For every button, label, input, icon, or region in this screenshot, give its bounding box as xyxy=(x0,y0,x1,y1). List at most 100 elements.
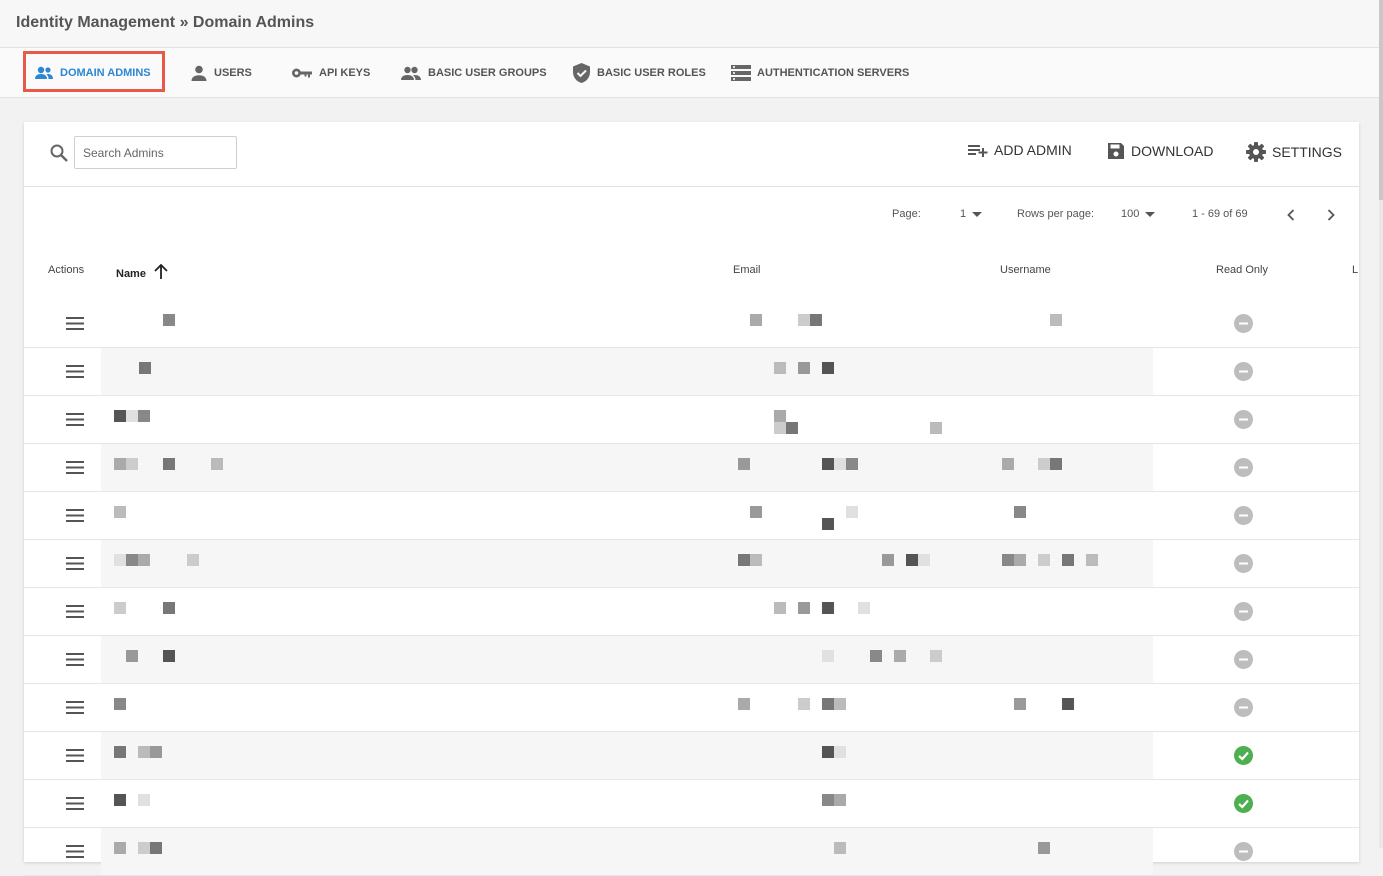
redacted-text xyxy=(114,458,126,470)
active-tab-highlight xyxy=(23,51,165,92)
tab-api-keys[interactable]: API KEYS xyxy=(291,48,370,98)
search-input[interactable] xyxy=(74,136,237,169)
rows-per-page-select[interactable]: 100 xyxy=(1121,208,1156,220)
table-row[interactable] xyxy=(24,588,1359,636)
redacted-text xyxy=(822,518,834,530)
tab-label: BASIC USER ROLES xyxy=(597,67,706,79)
row-content xyxy=(101,348,1153,395)
redacted-text xyxy=(834,458,846,470)
redacted-text xyxy=(150,746,162,758)
redacted-text xyxy=(738,554,750,566)
table-row[interactable] xyxy=(24,828,1359,876)
gear-icon xyxy=(1246,142,1266,162)
redacted-text xyxy=(1002,458,1014,470)
scrollbar[interactable] xyxy=(1379,0,1383,848)
search-icon xyxy=(50,144,68,162)
redacted-text xyxy=(1014,554,1026,566)
row-actions-menu-icon[interactable] xyxy=(66,653,84,666)
redacted-text xyxy=(834,794,846,806)
redacted-text xyxy=(114,794,126,806)
tab-label: API KEYS xyxy=(319,67,371,79)
table-row[interactable] xyxy=(24,348,1359,396)
table-row[interactable] xyxy=(24,732,1359,780)
row-actions-menu-icon[interactable] xyxy=(66,845,84,858)
table-row[interactable] xyxy=(24,540,1359,588)
row-content xyxy=(101,780,1153,827)
redacted-text xyxy=(114,602,126,614)
tab-label: USERS xyxy=(214,67,252,79)
scrollbar-thumb[interactable] xyxy=(1379,0,1383,200)
tab-label: BASIC USER GROUPS xyxy=(428,67,547,79)
redacted-text xyxy=(114,410,126,422)
redacted-text xyxy=(738,458,750,470)
redacted-text xyxy=(1050,314,1062,326)
redacted-text xyxy=(930,650,942,662)
tab-basic-user-groups[interactable]: BASIC USER GROUPS xyxy=(400,48,547,98)
tab-basic-user-roles[interactable]: BASIC USER ROLES xyxy=(572,48,706,98)
minus-circle-icon xyxy=(1234,410,1253,429)
server-icon xyxy=(731,65,751,81)
redacted-text xyxy=(1014,506,1026,518)
row-actions-menu-icon[interactable] xyxy=(66,317,84,330)
user-icon xyxy=(191,65,207,81)
row-content xyxy=(101,636,1153,683)
redacted-text xyxy=(1062,698,1074,710)
row-actions-menu-icon[interactable] xyxy=(66,509,84,522)
tab-bar: DOMAIN ADMINS USERS API KEYS BASIC USER … xyxy=(0,48,1383,98)
row-actions-menu-icon[interactable] xyxy=(66,605,84,618)
tab-users[interactable]: USERS xyxy=(190,48,252,98)
settings-label: SETTINGS xyxy=(1272,144,1343,160)
row-actions-menu-icon[interactable] xyxy=(66,797,84,810)
chevron-down-icon xyxy=(972,211,983,217)
row-content xyxy=(101,540,1153,587)
row-content xyxy=(101,828,1153,875)
redacted-text xyxy=(114,506,126,518)
redacted-text xyxy=(774,410,786,422)
page-range: 1 - 69 of 69 xyxy=(1192,208,1248,220)
table-row[interactable] xyxy=(24,300,1359,348)
row-actions-menu-icon[interactable] xyxy=(66,749,84,762)
redacted-text xyxy=(187,554,199,566)
table-row[interactable] xyxy=(24,444,1359,492)
table-row[interactable] xyxy=(24,492,1359,540)
table-row[interactable] xyxy=(24,636,1359,684)
table-body xyxy=(24,300,1359,876)
table-row[interactable] xyxy=(24,684,1359,732)
page-select[interactable]: 1 xyxy=(960,208,983,220)
group-icon xyxy=(401,66,421,80)
row-actions-menu-icon[interactable] xyxy=(66,701,84,714)
settings-button[interactable]: SETTINGS xyxy=(1246,142,1342,162)
redacted-text xyxy=(774,422,786,434)
redacted-text xyxy=(834,842,846,854)
redacted-text xyxy=(810,314,822,326)
row-actions-menu-icon[interactable] xyxy=(66,365,84,378)
redacted-text xyxy=(1050,458,1062,470)
table-row[interactable] xyxy=(24,396,1359,444)
redacted-text xyxy=(1014,698,1026,710)
tab-authentication-servers[interactable]: AUTHENTICATION SERVERS xyxy=(731,48,909,98)
next-page-icon[interactable] xyxy=(1326,209,1336,221)
add-admin-button[interactable]: ADD ADMIN xyxy=(968,142,1072,158)
check-circle-icon xyxy=(1234,794,1253,813)
download-button[interactable]: DOWNLOAD xyxy=(1107,142,1213,160)
redacted-text xyxy=(834,698,846,710)
column-header-name[interactable]: Name xyxy=(116,263,169,280)
key-icon xyxy=(292,68,312,78)
previous-page-icon[interactable] xyxy=(1286,209,1296,221)
redacted-text xyxy=(114,746,126,758)
row-content xyxy=(101,300,1153,347)
redacted-text xyxy=(918,554,930,566)
row-actions-menu-icon[interactable] xyxy=(66,557,84,570)
table-row[interactable] xyxy=(24,780,1359,828)
minus-circle-icon xyxy=(1234,650,1253,669)
redacted-text xyxy=(822,602,834,614)
row-actions-menu-icon[interactable] xyxy=(66,461,84,474)
column-header-email[interactable]: Email xyxy=(733,264,761,276)
minus-circle-icon xyxy=(1234,842,1253,861)
column-header-username[interactable]: Username xyxy=(1000,264,1051,276)
row-actions-menu-icon[interactable] xyxy=(66,413,84,426)
redacted-text xyxy=(750,554,762,566)
redacted-text xyxy=(126,458,138,470)
column-header-read-only[interactable]: Read Only xyxy=(1216,264,1268,276)
redacted-text xyxy=(798,362,810,374)
